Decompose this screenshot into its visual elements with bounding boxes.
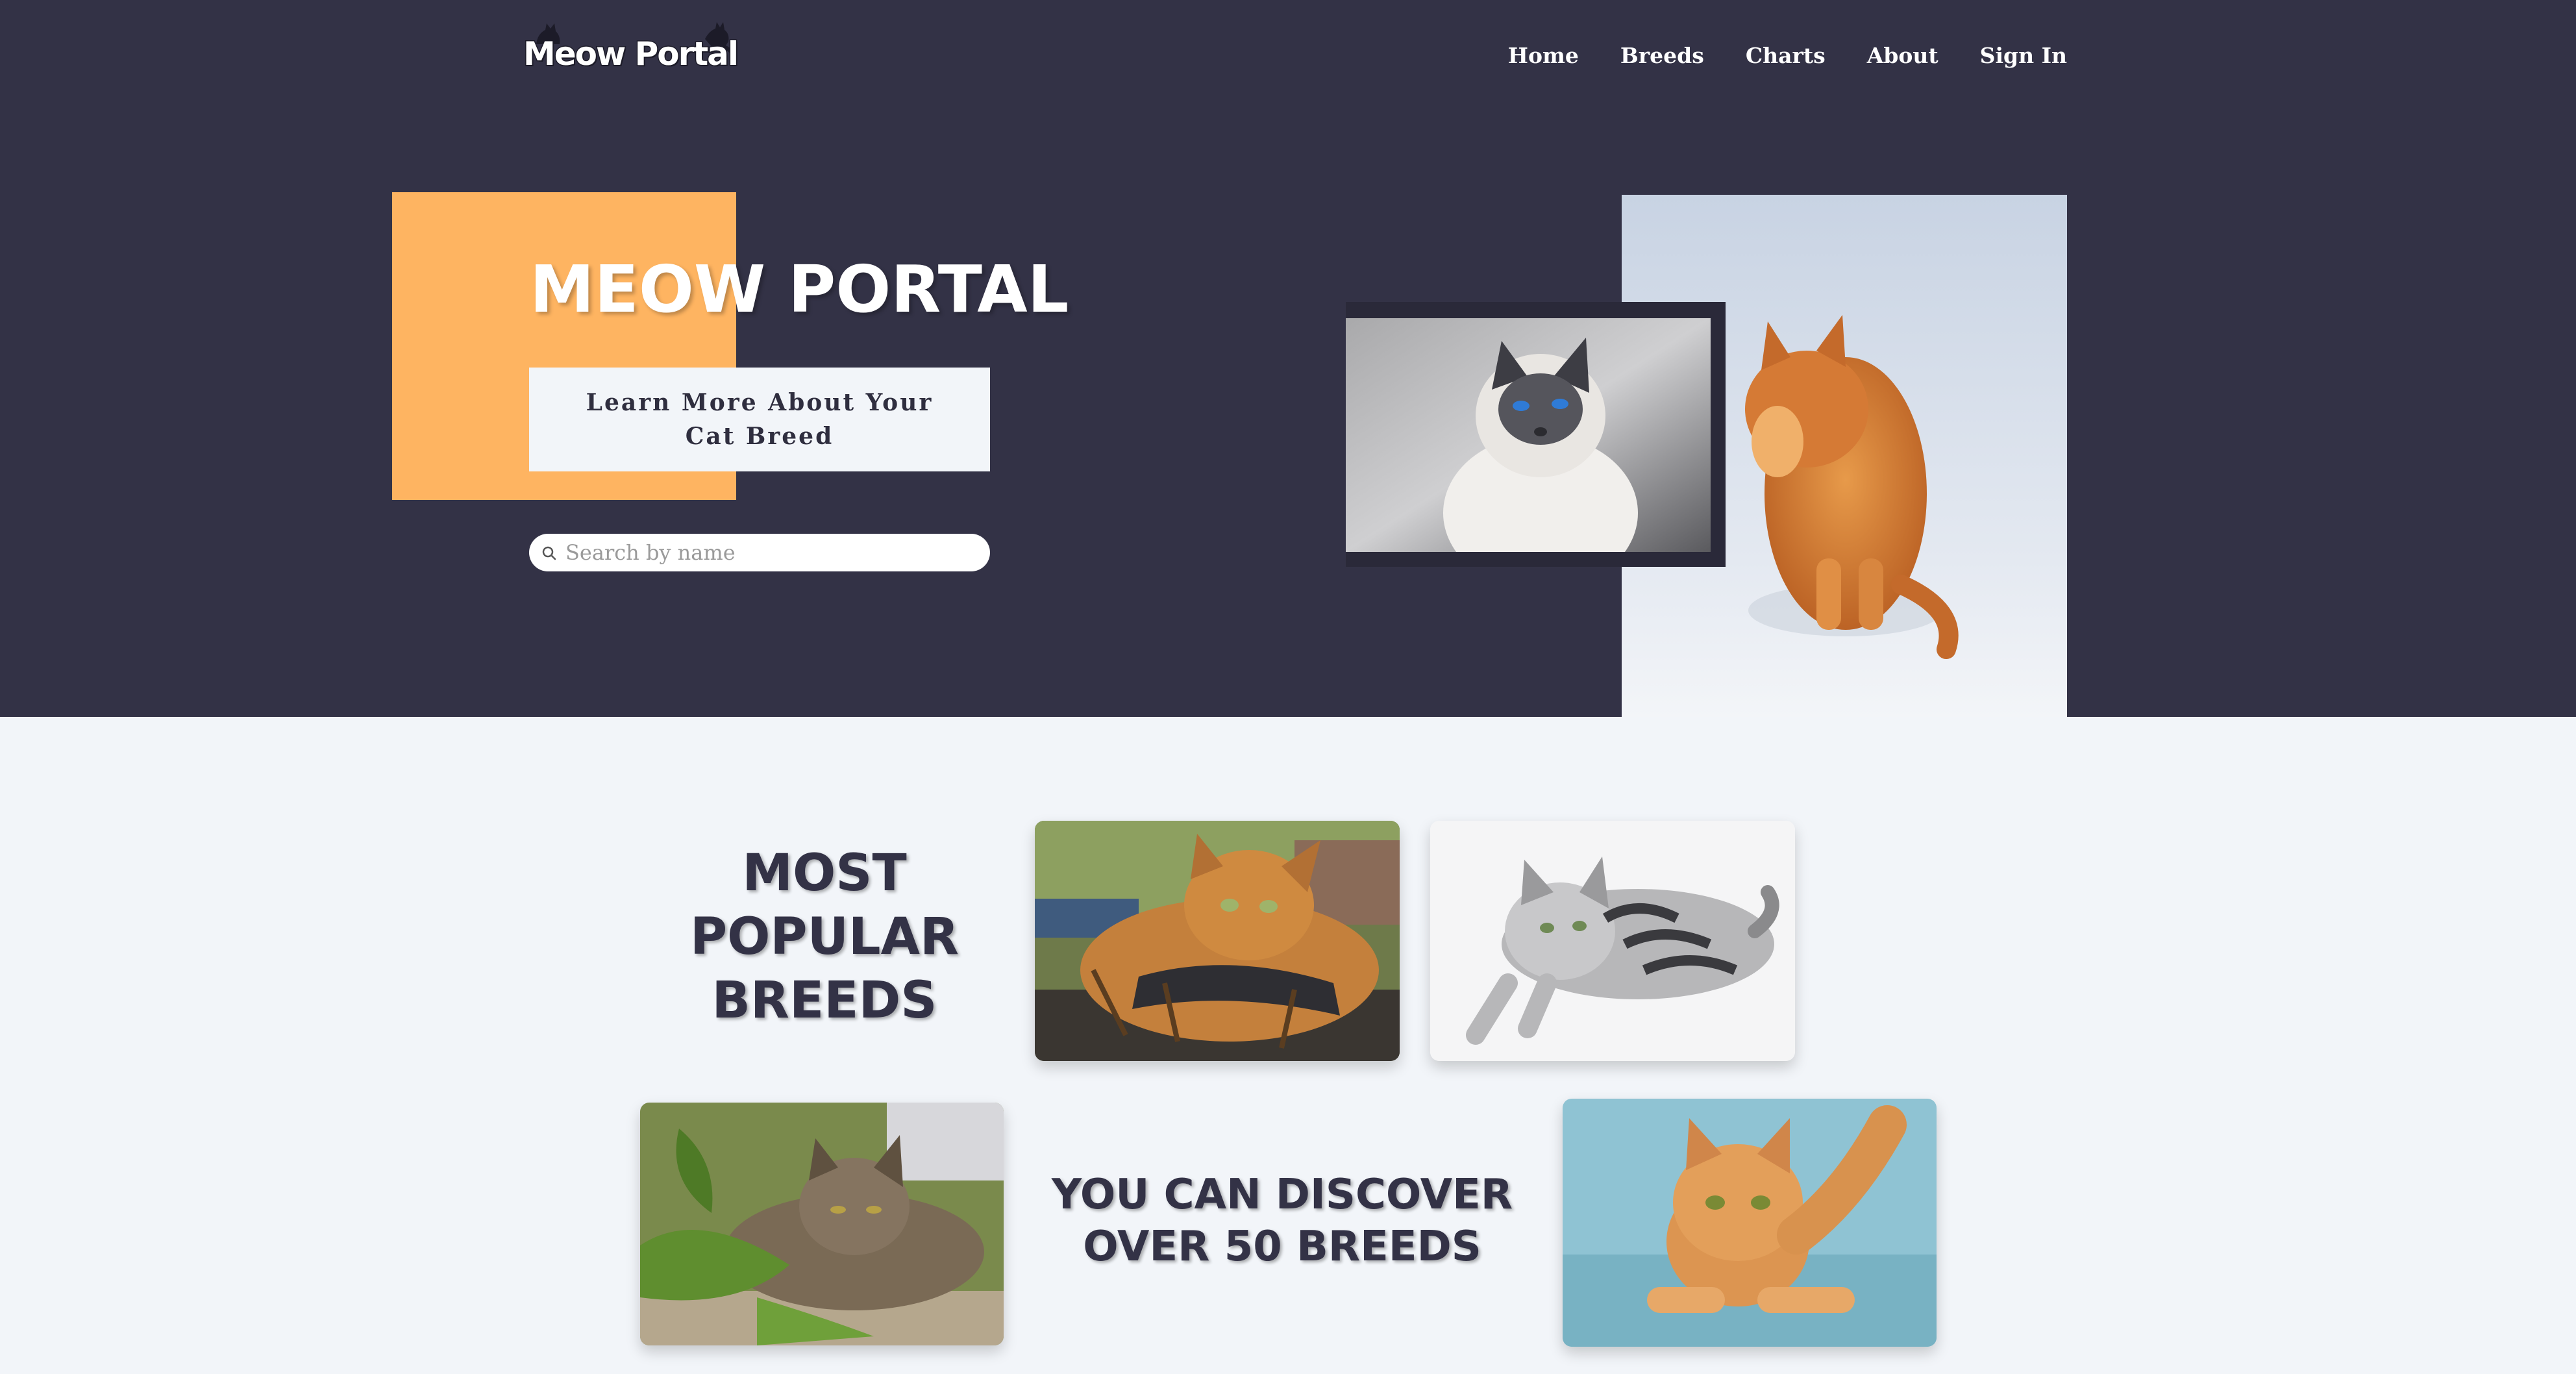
search-bar [529,534,990,571]
discover-breeds-heading: YOU CAN DISCOVER OVER 50 BREEDS [1051,1171,1513,1271]
hero-title: MEOW PORTAL [530,251,1069,327]
main-nav: Home Breeds Charts About Sign In [1508,38,2067,74]
nav-home-link[interactable]: Home [1508,38,1579,74]
learn-more-button[interactable]: Learn More About Your Cat Breed [529,368,990,471]
popular-breeds-heading: MOST POPULAR BREEDS [689,844,960,1030]
breed-card-american-shorthair[interactable] [1430,821,1795,1061]
logo-text: Meow Portal [522,34,739,74]
nav-about-link[interactable]: About [1867,38,1938,74]
breed-card-tabby[interactable] [640,1103,1004,1345]
breed-card-ginger[interactable] [1563,1099,1937,1347]
breed-card-bengal[interactable] [1035,821,1400,1061]
siamese-cat-image [1346,318,1711,552]
logo[interactable]: Meow Portal [522,19,740,78]
nav-sign-in-link[interactable]: Sign In [1980,38,2067,74]
nav-charts-link[interactable]: Charts [1746,38,1826,74]
hero-section: Meow Portal Home Breeds Charts About Sig… [0,0,2576,717]
search-input[interactable] [565,534,968,571]
nav-breeds-link[interactable]: Breeds [1620,38,1704,74]
search-icon [542,546,556,560]
